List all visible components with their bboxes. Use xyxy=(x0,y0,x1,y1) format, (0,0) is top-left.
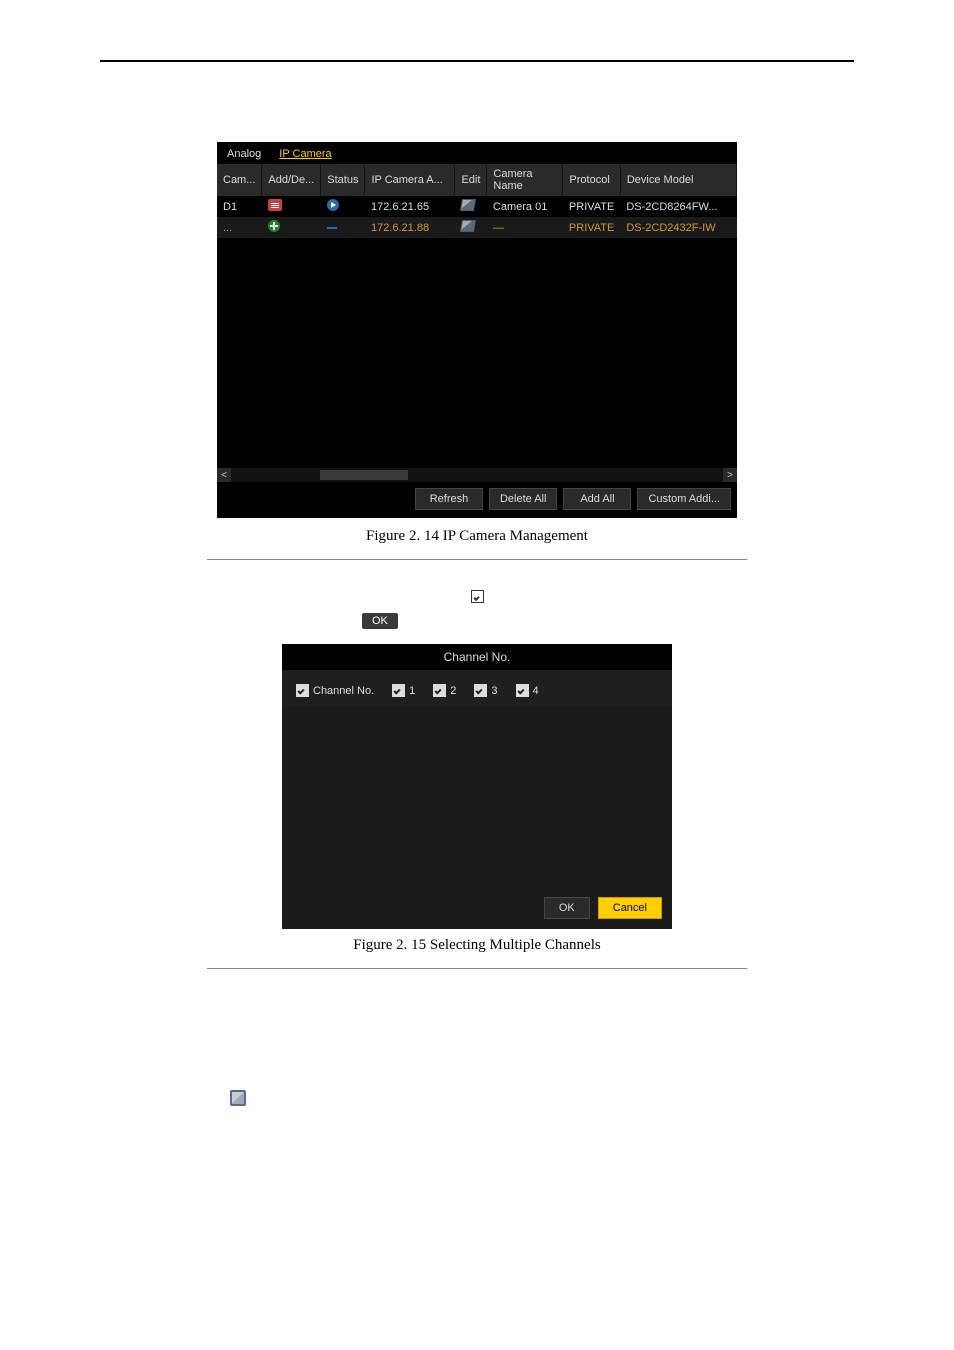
status-play-icon[interactable] xyxy=(327,199,339,211)
figure-caption-2: Figure 2. 15 Selecting Multiple Channels xyxy=(100,937,854,954)
channel-checkbox-3[interactable]: 3 xyxy=(474,684,497,697)
channel-checkbox-4[interactable]: 4 xyxy=(516,684,539,697)
status-dash-icon xyxy=(327,227,337,229)
col-status[interactable]: Status xyxy=(321,164,365,196)
edit-icon[interactable] xyxy=(460,220,476,232)
delete-icon[interactable] xyxy=(268,199,282,211)
edit-icon[interactable] xyxy=(460,199,476,211)
cell-ip: 172.6.21.88 xyxy=(365,217,455,238)
col-ip[interactable]: IP Camera A... xyxy=(365,164,455,196)
scroll-thumb[interactable] xyxy=(320,470,409,480)
camera-table: Cam... Add/De... Status IP Camera A... E… xyxy=(217,164,737,238)
add-icon[interactable] xyxy=(268,220,280,232)
cell-proto: PRIVATE xyxy=(563,196,620,217)
tab-bar: Analog IP Camera xyxy=(217,142,737,164)
cell-name: Camera 01 xyxy=(487,196,563,217)
table-row[interactable]: D1 172.6.21.65 Camera 01 PRIVATE DS-2CD8… xyxy=(217,196,737,217)
delete-all-button[interactable]: Delete All xyxy=(489,488,557,510)
col-add-delete[interactable]: Add/De... xyxy=(262,164,321,196)
checkbox-icon xyxy=(471,590,484,603)
divider xyxy=(207,968,747,969)
button-row: Refresh Delete All Add All Custom Addi..… xyxy=(217,482,737,518)
cell-ip: 172.6.21.65 xyxy=(365,196,455,217)
horizontal-scrollbar[interactable]: < > xyxy=(217,468,737,482)
col-protocol[interactable]: Protocol xyxy=(563,164,620,196)
figure-caption-1: Figure 2. 14 IP Camera Management xyxy=(100,528,854,545)
channel-checkbox-1[interactable]: 1 xyxy=(392,684,415,697)
checkbox-icon[interactable] xyxy=(296,684,309,697)
tab-analog[interactable]: Analog xyxy=(227,148,261,160)
cell-cam: ... xyxy=(217,217,262,238)
channel-label: Channel No. xyxy=(313,685,374,697)
table-row[interactable]: ... 172.6.21.88 — PRIVATE DS-2CD2432F-IW xyxy=(217,217,737,238)
col-cam[interactable]: Cam... xyxy=(217,164,262,196)
note-edit-icon xyxy=(230,1090,246,1106)
col-camera-name[interactable]: Camera Name xyxy=(487,164,563,196)
add-all-button[interactable]: Add All xyxy=(563,488,631,510)
divider xyxy=(207,559,747,560)
cell-name: — xyxy=(487,217,563,238)
custom-add-button[interactable]: Custom Addi... xyxy=(637,488,731,510)
cell-model: DS-2CD8264FW... xyxy=(620,196,736,217)
page-top-rule xyxy=(100,60,854,62)
table-empty-area xyxy=(217,238,737,468)
scroll-right-icon[interactable]: > xyxy=(723,468,737,482)
dialog-footer: OK Cancel xyxy=(282,887,672,929)
cell-proto: PRIVATE xyxy=(563,217,620,238)
checkbox-icon[interactable] xyxy=(433,684,446,697)
ip-camera-panel: Analog IP Camera Cam... Add/De... Status… xyxy=(217,142,737,518)
checkbox-icon[interactable] xyxy=(392,684,405,697)
channel-row: Channel No. 1 2 3 4 xyxy=(282,670,672,707)
ok-tag: OK xyxy=(362,613,398,629)
channel-checkbox-2[interactable]: 2 xyxy=(433,684,456,697)
scroll-track[interactable] xyxy=(231,468,723,482)
checkbox-icon[interactable] xyxy=(474,684,487,697)
channel-master-checkbox[interactable]: Channel No. xyxy=(296,684,374,697)
refresh-button[interactable]: Refresh xyxy=(415,488,483,510)
scroll-left-icon[interactable]: < xyxy=(217,468,231,482)
checkbox-icon[interactable] xyxy=(516,684,529,697)
col-device-model[interactable]: Device Model xyxy=(620,164,736,196)
dialog-title: Channel No. xyxy=(282,644,672,670)
col-edit[interactable]: Edit xyxy=(455,164,487,196)
channel-dialog: Channel No. Channel No. 1 2 3 4 OK Cance… xyxy=(282,644,672,929)
ok-button[interactable]: OK xyxy=(544,897,590,919)
cancel-button[interactable]: Cancel xyxy=(598,897,662,919)
cell-cam: D1 xyxy=(217,196,262,217)
dialog-body xyxy=(282,707,672,887)
cell-model: DS-2CD2432F-IW xyxy=(620,217,736,238)
tab-ip-camera[interactable]: IP Camera xyxy=(279,148,331,160)
